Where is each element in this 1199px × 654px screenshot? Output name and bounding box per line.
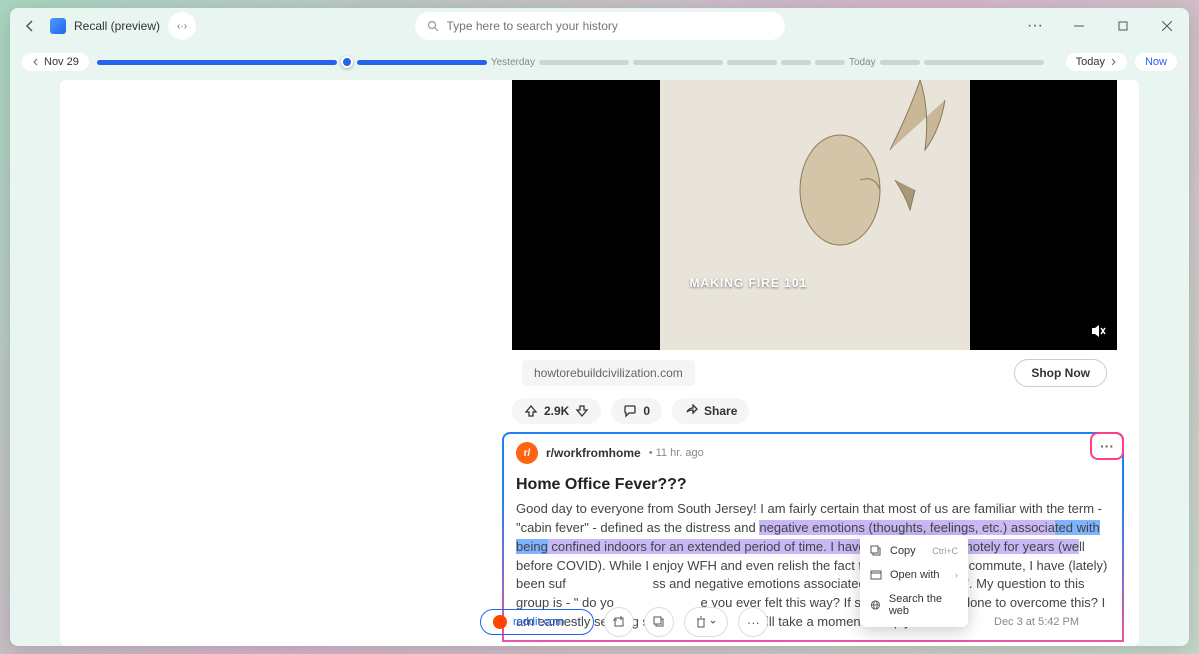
source-more-icon[interactable]: ··· <box>570 616 581 628</box>
ctx-search-web[interactable]: Search the web <box>860 587 968 623</box>
maximize-button[interactable] <box>1109 12 1137 40</box>
downvote-icon <box>575 404 589 418</box>
date-label: Nov 29 <box>44 56 79 68</box>
timeline-bar: Nov 29 Yesterday Today Today Now <box>10 44 1189 80</box>
share-icon <box>684 404 698 418</box>
source-pill[interactable]: reddit.com ··· <box>480 609 594 635</box>
post-more-button[interactable]: ··· <box>1090 432 1124 460</box>
minimize-button[interactable] <box>1065 12 1093 40</box>
upvote-pill[interactable]: 2.9K <box>512 398 601 424</box>
search-icon <box>427 20 439 32</box>
crop-button[interactable] <box>604 607 634 637</box>
back-button[interactable] <box>18 14 42 38</box>
timeline-thumb[interactable] <box>341 56 353 68</box>
ctx-copy[interactable]: Copy Ctrl+C <box>860 539 968 563</box>
video-embed[interactable]: MAKING FIRE 101 <box>512 80 1117 350</box>
snapshot-card: MAKING FIRE 101 howtorebuildcivilization… <box>60 80 1139 646</box>
comment-pill[interactable]: 0 <box>611 398 662 424</box>
search-bar[interactable] <box>415 12 785 40</box>
snapshot-bottom-bar: reddit.com ··· ··· Dec 3 at 5:42 PM <box>480 604 1079 640</box>
share-pill[interactable]: Share <box>672 398 749 424</box>
mute-icon[interactable] <box>1089 322 1107 340</box>
globe-icon <box>870 599 881 611</box>
chevron-right-icon <box>1109 58 1117 66</box>
search-expand-button[interactable]: ‹·› <box>168 12 196 40</box>
copy-icon <box>870 545 882 557</box>
chevron-right-icon: › <box>955 570 958 580</box>
ad-domain[interactable]: howtorebuildcivilization.com <box>522 360 695 386</box>
app-title: Recall (preview) <box>74 19 160 33</box>
chevron-left-icon <box>32 58 40 66</box>
reddit-icon <box>493 615 507 629</box>
content-area: MAKING FIRE 101 howtorebuildcivilization… <box>10 80 1189 646</box>
upvote-icon <box>524 404 538 418</box>
shop-now-button[interactable]: Shop Now <box>1014 359 1107 387</box>
open-icon <box>870 569 882 581</box>
ad-bar: howtorebuildcivilization.com Shop Now <box>512 354 1117 392</box>
post-title[interactable]: Home Office Fever??? <box>516 476 1110 494</box>
subreddit-avatar[interactable]: r/ <box>516 442 538 464</box>
now-button[interactable]: Now <box>1135 53 1177 71</box>
more-button[interactable]: ··· <box>1021 12 1049 40</box>
engagement-bar: 2.9K 0 Share <box>512 398 749 424</box>
timeline-track[interactable]: Yesterday Today <box>97 56 1058 68</box>
comment-icon <box>623 404 637 418</box>
today-inline-label: Today <box>849 57 876 68</box>
close-button[interactable] <box>1153 12 1181 40</box>
highlighted-text[interactable]: negative emotions (thoughts, feelings, e… <box>759 520 1055 535</box>
app-window: Recall (preview) ‹·› ··· Nov 29 Yesterda… <box>10 8 1189 646</box>
yesterday-label: Yesterday <box>491 57 535 68</box>
date-pill[interactable]: Nov 29 <box>22 53 89 71</box>
chevron-down-icon <box>709 618 717 626</box>
snapshot-more-button[interactable]: ··· <box>738 607 768 637</box>
snapshot-timestamp: Dec 3 at 5:42 PM <box>994 616 1079 628</box>
trash-icon <box>695 616 707 628</box>
ctx-open-with[interactable]: Open with › <box>860 563 968 587</box>
context-menu: Copy Ctrl+C Open with › Search the web <box>860 535 968 627</box>
copy-snapshot-button[interactable] <box>644 607 674 637</box>
post-age: • 11 hr. ago <box>649 447 704 459</box>
subreddit-name[interactable]: r/workfromhome <box>546 446 641 460</box>
titlebar: Recall (preview) ‹·› ··· <box>10 8 1189 44</box>
app-icon <box>50 18 66 34</box>
delete-button[interactable] <box>684 607 728 637</box>
search-input[interactable] <box>447 19 773 33</box>
today-button[interactable]: Today <box>1066 53 1127 71</box>
video-caption: MAKING FIRE 101 <box>690 276 808 290</box>
post-header: r/ r/workfromhome • 11 hr. ago <box>502 432 1124 472</box>
